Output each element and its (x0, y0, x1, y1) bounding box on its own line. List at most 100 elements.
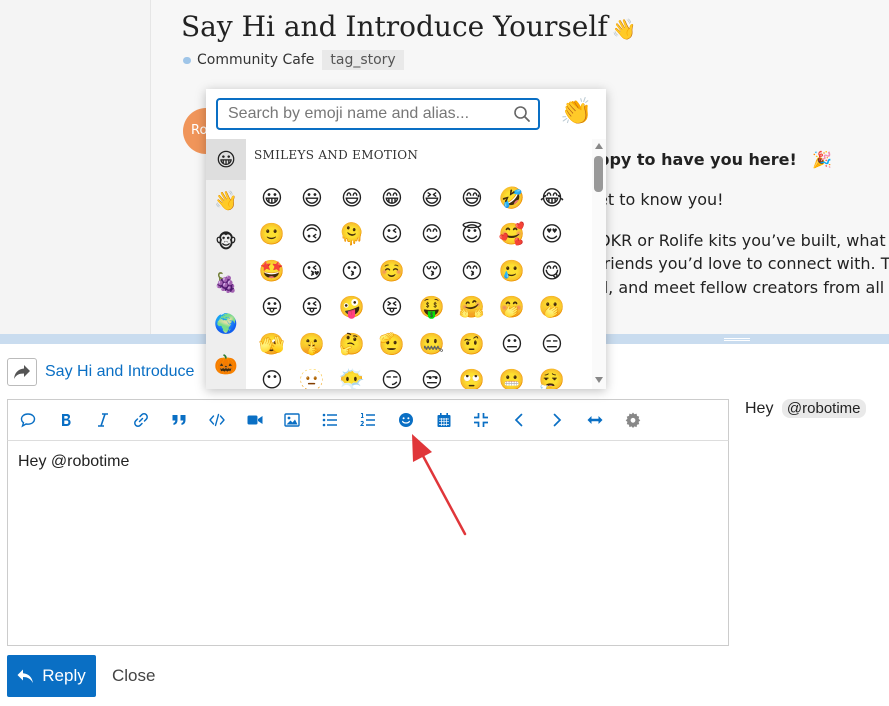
emoji-item[interactable]: 🤭 (492, 289, 532, 325)
chevron-right-button[interactable] (538, 400, 576, 440)
blockquote-button[interactable] (160, 400, 198, 440)
emoji-category-food[interactable]: 🍇 (206, 262, 246, 303)
image-button[interactable] (274, 400, 312, 440)
topic-title[interactable]: Say Hi and Introduce Yourself 👋 (181, 10, 637, 43)
emoji-item[interactable]: 😑 (532, 326, 572, 362)
emoji-item[interactable]: 😘 (292, 253, 332, 289)
link-icon (134, 413, 149, 427)
emoji-item[interactable]: 😬 (492, 362, 532, 389)
category-link[interactable]: Community Cafe (197, 52, 314, 68)
emoji-item[interactable]: 🫥 (292, 362, 332, 389)
skin-tone-selector[interactable]: 👏 (560, 97, 592, 127)
bullet-list-button[interactable] (311, 400, 349, 440)
emoji-item[interactable]: 😅 (452, 180, 492, 216)
calendar-icon (437, 413, 451, 427)
emoji-search-input[interactable] (226, 100, 516, 128)
scroll-thumb[interactable] (594, 156, 603, 192)
emoji-category-people[interactable]: 👋 (206, 180, 246, 221)
emoji-item[interactable]: 😊 (412, 216, 452, 252)
emoji-button[interactable] (387, 400, 425, 440)
emoji-item[interactable]: 🤗 (452, 289, 492, 325)
scroll-down-arrow-icon[interactable] (595, 377, 603, 383)
emoji-item[interactable]: 🤑 (412, 289, 452, 325)
close-button[interactable]: Close (112, 666, 155, 686)
emoji-category-animals[interactable]: 🐵 (206, 221, 246, 262)
emoji-item[interactable]: 😚 (412, 253, 452, 289)
reply-editor-textarea[interactable]: Hey @robotime (7, 441, 729, 646)
emoji-item[interactable]: 😙 (452, 253, 492, 289)
emoji-item[interactable]: 😜 (292, 289, 332, 325)
topic-meta: Community Cafe tag_story (183, 50, 404, 70)
link-button[interactable] (122, 400, 160, 440)
emoji-item[interactable]: 🫣 (252, 326, 292, 362)
scroll-up-arrow-icon[interactable] (595, 143, 603, 149)
emoji-item[interactable]: 😄 (332, 180, 372, 216)
tag-badge[interactable]: tag_story (322, 50, 404, 70)
emoji-item[interactable]: 😒 (412, 362, 452, 389)
collapse-button[interactable] (463, 400, 501, 440)
emoji-item[interactable]: 🫡 (372, 326, 412, 362)
quote-bubble-button[interactable] (9, 400, 47, 440)
emoji-item[interactable]: 🙂 (252, 216, 292, 252)
arrows-horizontal-button[interactable] (576, 400, 614, 440)
emoji-item[interactable]: 🥲 (492, 253, 532, 289)
left-sidebar-area (0, 0, 150, 340)
reply-to-topic-link[interactable]: Say Hi and Introduce (45, 363, 194, 381)
blockquote-icon (172, 415, 186, 425)
emoji-item[interactable]: 😮‍💨 (532, 362, 572, 389)
emoji-item[interactable]: 😉 (372, 216, 412, 252)
bold-button[interactable] (47, 400, 85, 440)
emoji-item[interactable]: 😛 (252, 289, 292, 325)
emoji-item[interactable]: 😶‍🌫️ (332, 362, 372, 389)
emoji-item[interactable]: 🙃 (292, 216, 332, 252)
emoji-item[interactable]: ☺️ (372, 253, 412, 289)
emoji-scrollbar[interactable] (592, 139, 606, 389)
video-button[interactable] (236, 400, 274, 440)
emoji-item[interactable]: 😶 (252, 362, 292, 389)
emoji-item[interactable]: 😍 (532, 216, 572, 252)
emoji-category-travel[interactable]: 🌍 (206, 303, 246, 344)
emoji-item[interactable]: 🤣 (492, 180, 532, 216)
reply-action-button[interactable] (7, 358, 37, 386)
emoji-item[interactable]: 🤫 (292, 326, 332, 362)
emoji-item[interactable]: 😂 (532, 180, 572, 216)
emoji-item[interactable]: 🤨 (452, 326, 492, 362)
emoji-item[interactable]: 😀 (252, 180, 292, 216)
emoji-item[interactable]: 😝 (372, 289, 412, 325)
options-button[interactable] (614, 400, 652, 440)
calendar-button[interactable] (425, 400, 463, 440)
emoji-icon (398, 413, 413, 427)
emoji-category-activities[interactable]: 🎃 (206, 344, 246, 385)
emoji-item[interactable]: 🤔 (332, 326, 372, 362)
chevron-left-button[interactable] (500, 400, 538, 440)
preview-mention[interactable]: @robotime (781, 399, 866, 418)
code-button[interactable] (198, 400, 236, 440)
emoji-item[interactable]: 🤩 (252, 253, 292, 289)
post-text-welcome: ppy to have you here! (598, 150, 797, 169)
emoji-search-box[interactable] (216, 98, 540, 130)
emoji-item[interactable]: 😗 (332, 253, 372, 289)
emoji-item[interactable]: 🫠 (332, 216, 372, 252)
emoji-item[interactable]: 😃 (292, 180, 332, 216)
emoji-item[interactable]: 😇 (452, 216, 492, 252)
search-icon[interactable] (513, 105, 531, 123)
numbered-list-button[interactable] (349, 400, 387, 440)
grip-handle-icon[interactable] (724, 338, 750, 341)
emoji-item[interactable]: 🙄 (452, 362, 492, 389)
emoji-item[interactable]: 😋 (532, 253, 572, 289)
emoji-item[interactable]: 🤐 (412, 326, 452, 362)
emoji-item[interactable]: 🤪 (332, 289, 372, 325)
emoji-category-smileys[interactable]: 😀 (206, 139, 246, 180)
emoji-item[interactable]: 😆 (412, 180, 452, 216)
share-arrow-icon (14, 365, 30, 379)
emoji-section-title: SMILEYS AND EMOTION (254, 148, 419, 162)
emoji-item[interactable]: 🥰 (492, 216, 532, 252)
emoji-item[interactable]: 😁 (372, 180, 412, 216)
italic-button[interactable] (85, 400, 123, 440)
emoji-item[interactable]: 🫢 (532, 289, 572, 325)
emoji-item[interactable]: 😐 (492, 326, 532, 362)
category-bubble-icon (183, 56, 191, 64)
emoji-item[interactable]: 😏 (372, 362, 412, 389)
reply-button-label: Reply (42, 666, 86, 685)
reply-submit-button[interactable]: Reply (7, 655, 96, 697)
